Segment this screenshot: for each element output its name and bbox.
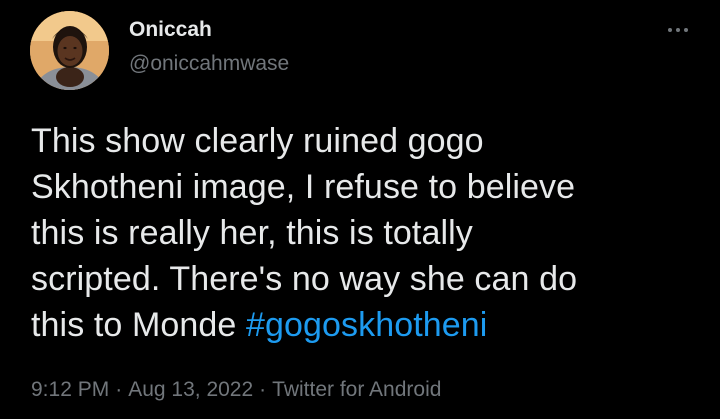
meta-separator: · bbox=[259, 378, 267, 401]
meta-separator: · bbox=[115, 378, 123, 401]
author-display-name[interactable]: Oniccah bbox=[129, 18, 212, 42]
tweet-source[interactable]: Twitter for Android bbox=[272, 378, 441, 401]
tweet-time[interactable]: 9:12 PM bbox=[31, 378, 109, 401]
more-dot bbox=[676, 28, 680, 32]
tweet-text-line: Skhotheni image, I refuse to believe bbox=[31, 168, 576, 206]
tweet-text-line: scripted. There's no way she can do bbox=[31, 260, 578, 298]
hashtag-link[interactable]: #gogoskhotheni bbox=[246, 306, 488, 344]
author-handle[interactable]: @oniccahmwase bbox=[129, 52, 289, 76]
tweet-text-line: This show clearly ruined gogo bbox=[31, 122, 484, 160]
avatar[interactable] bbox=[30, 11, 109, 90]
tweet-text: This show clearly ruined gogo Skhotheni … bbox=[31, 118, 701, 348]
more-options-icon[interactable] bbox=[661, 20, 695, 40]
tweet-text-line-last: this to Monde #gogoskhotheni bbox=[31, 302, 701, 348]
more-dot bbox=[668, 28, 672, 32]
tweet-text-line: this is really her, this is totally bbox=[31, 214, 473, 252]
tweet-meta: 9:12 PM · Aug 13, 2022 · Twitter for Android bbox=[31, 378, 441, 402]
tweet-date[interactable]: Aug 13, 2022 bbox=[128, 378, 253, 401]
more-dot bbox=[684, 28, 688, 32]
avatar-image bbox=[30, 11, 109, 90]
tweet-text-fragment: this to Monde bbox=[31, 306, 246, 344]
tweet-card: Oniccah @oniccahmwase This show clearly … bbox=[0, 0, 720, 419]
